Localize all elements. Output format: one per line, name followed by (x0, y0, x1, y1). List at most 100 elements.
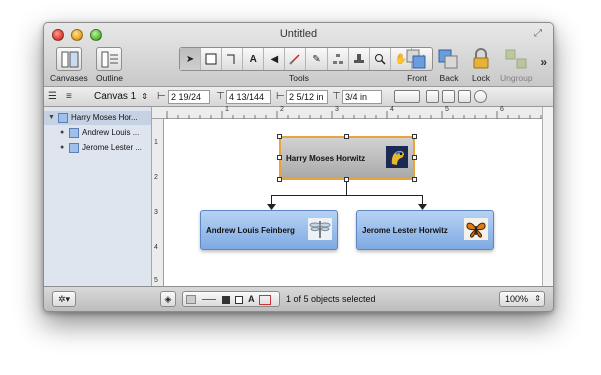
selection-tool-icon[interactable]: ➤ (180, 48, 202, 70)
pen-tool-icon[interactable]: ✎ (306, 48, 328, 70)
selection-handle[interactable] (277, 155, 282, 160)
ruler-number: 3 (335, 106, 339, 113)
vertical-ruler: 1 2 3 4 5 (152, 119, 164, 288)
ungroup-button[interactable]: Ungroup (500, 47, 533, 83)
vertical-scrollbar[interactable] (542, 107, 553, 288)
toolbar-overflow-icon[interactable]: » (540, 55, 547, 69)
sidebar-item-label: Harry Moses Hor... (71, 113, 138, 122)
selection-handle[interactable] (277, 134, 282, 139)
selection-handle[interactable] (344, 134, 349, 139)
org-node-root[interactable]: Harry Moses Horwitz (277, 134, 417, 182)
canvases-icon (55, 47, 82, 71)
diagram-tool-icon[interactable] (328, 48, 349, 70)
inspector-bar: ☰ ≡ Canvas 1 ⇕ ⊢ 2 19/24 ⊤ 4 13/144 ⊢ 2 … (44, 87, 553, 107)
ruler-number: 3 (154, 209, 158, 216)
layers-icon: ◈ (164, 294, 172, 304)
magnet-tool-icon[interactable] (285, 48, 307, 70)
sidebar-item-child-1[interactable]: ● Andrew Louis ... (44, 126, 151, 140)
horizontal-ruler: 1 2 3 4 5 6 (152, 106, 542, 119)
style-well-2[interactable] (442, 90, 455, 103)
parrot-icon (386, 146, 408, 170)
ungroup-icon (503, 47, 529, 71)
selection-status: 1 of 5 objects selected (286, 294, 376, 304)
y-position-field[interactable]: 4 13/144 (226, 90, 271, 104)
front-label: Front (407, 73, 427, 83)
node-name: Harry Moses Horwitz (286, 153, 366, 163)
x-position-icon: ⊢ (157, 91, 166, 102)
line-tool-icon[interactable] (222, 48, 244, 70)
selection-handle[interactable] (412, 134, 417, 139)
send-to-back-button[interactable]: Back (436, 47, 462, 83)
list-view-icon[interactable]: ☰ (48, 90, 57, 104)
butterfly-icon (464, 218, 488, 242)
node-name: Jerome Lester Horwitz (362, 225, 448, 235)
back-label: Back (439, 73, 459, 83)
selection-handle[interactable] (277, 177, 282, 182)
selection-handle[interactable] (344, 177, 349, 182)
ruler-number: 4 (154, 244, 158, 251)
canvas-selector[interactable]: Canvas 1 ⇕ (90, 89, 150, 104)
dragonfly-icon (308, 218, 332, 242)
selection-handle[interactable] (412, 177, 417, 182)
connector-line[interactable] (346, 180, 347, 195)
ruler-number: 2 (154, 174, 158, 181)
gear-menu-button[interactable]: ✲▾ (52, 291, 76, 307)
height-field[interactable]: 3/4 in (342, 90, 382, 104)
connector-line[interactable] (271, 195, 423, 196)
layers-button[interactable]: ◈ (160, 291, 176, 307)
ungroup-label: Ungroup (500, 73, 533, 83)
tools-palette: ➤ A ◀ ✎ ✋ ☝ (179, 47, 433, 71)
outline-label: Outline (96, 73, 123, 83)
lock-icon (468, 47, 494, 71)
ruler-number: 5 (154, 277, 158, 284)
text-style-icon: A (248, 294, 255, 304)
style-well-1[interactable] (426, 90, 439, 103)
sidebar-item-root[interactable]: ▼ Harry Moses Hor... (44, 111, 151, 125)
ruler-number: 5 (445, 106, 449, 113)
fill-style-well[interactable] (394, 90, 420, 103)
style-brush-icon[interactable]: ◀ (264, 48, 286, 70)
fullscreen-icon[interactable]: ⤢ (534, 28, 545, 39)
shape-tool-icon[interactable] (201, 48, 223, 70)
drawing-canvas[interactable]: Harry Moses Horwitz Andrew Louis Feinber… (164, 119, 542, 288)
sidebar-item-child-2[interactable]: ● Jerome Lester ... (44, 141, 151, 155)
ruler-number: 4 (390, 106, 394, 113)
bullet-icon: ● (60, 129, 65, 136)
fill-swatch-icon (186, 295, 196, 305)
ruler-number: 2 (280, 106, 284, 113)
outline-button[interactable]: Outline (96, 47, 123, 83)
selection-handle[interactable] (412, 155, 417, 160)
chevron-updown-icon: ⇕ (534, 294, 541, 303)
ruler-number: 6 (500, 106, 504, 113)
canvases-button[interactable]: Canvases (50, 47, 88, 83)
style-well-3[interactable] (458, 90, 471, 103)
rubber-stamp-icon[interactable] (349, 48, 370, 70)
gear-icon: ✲▾ (57, 294, 71, 304)
outline-view-icon[interactable]: ≡ (66, 90, 72, 104)
zoom-value: 100% (505, 294, 529, 304)
width-field[interactable]: 2 5/12 in (286, 90, 328, 104)
tools-label: Tools (289, 73, 309, 83)
lock-label: Lock (472, 73, 490, 83)
disclosure-triangle-icon[interactable]: ▼ (48, 111, 55, 125)
bullet-icon: ● (60, 144, 65, 151)
stroke-swatch-icon (234, 295, 243, 304)
sidebar-item-label: Jerome Lester ... (82, 143, 143, 152)
zoom-select[interactable]: 100% ⇕ (499, 291, 545, 307)
bring-to-front-button[interactable]: Front (404, 47, 430, 83)
window-title: Untitled (279, 28, 318, 40)
x-position-field[interactable]: 2 19/24 (168, 90, 210, 104)
lock-button[interactable]: Lock (468, 47, 494, 83)
width-icon: ⊢ (276, 91, 285, 102)
back-icon (436, 47, 462, 71)
chevron-updown-icon: ⇕ (141, 92, 148, 101)
text-tool-icon[interactable]: A (243, 48, 265, 70)
style-shortcuts[interactable]: A (182, 291, 280, 307)
org-node-child-2[interactable]: Jerome Lester Horwitz (356, 210, 494, 250)
canvas-name: Canvas 1 (94, 91, 137, 102)
org-node-child-1[interactable]: Andrew Louis Feinberg (200, 210, 338, 250)
line-swatch-icon (201, 299, 216, 301)
style-well-4[interactable] (474, 90, 487, 103)
sidebar-item-label: Andrew Louis ... (82, 128, 140, 137)
zoom-tool-icon[interactable] (370, 48, 391, 70)
